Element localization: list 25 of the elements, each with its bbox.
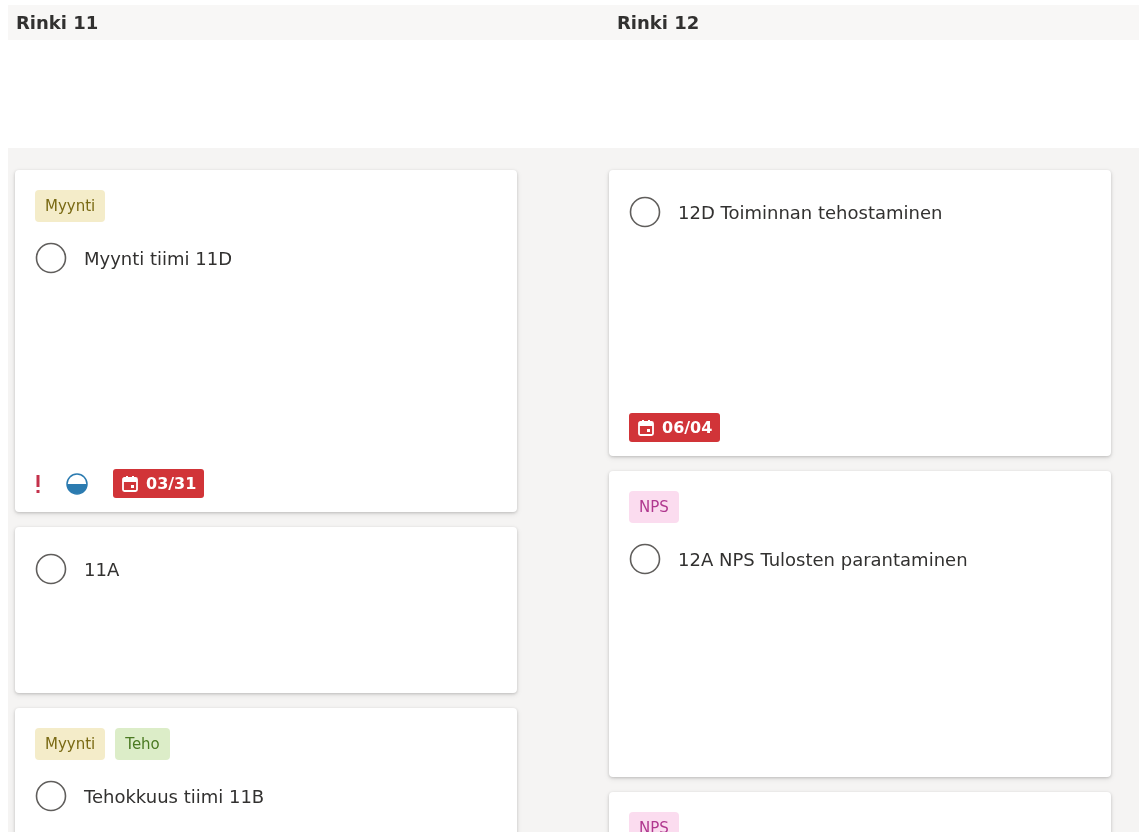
column-title: Rinki 11 [15,12,100,33]
calendar-icon [121,474,139,493]
category-label: Teho [115,728,170,760]
task-card[interactable]: 11A [15,527,517,693]
category-label: NPS [629,491,679,523]
calendar-icon [637,418,655,437]
due-date-badge: 06/04 [629,413,721,442]
task-title[interactable]: 12D Toiminnan tehostaminen [678,201,943,223]
completion-checkbox[interactable] [629,543,661,575]
task-title[interactable]: 11A [84,558,120,580]
due-date-badge: 03/31 [113,469,205,498]
task-card[interactable]: Myynti Teho Tehokkuus tiimi 11B [15,708,517,832]
column-title: Rinki 12 [616,12,701,33]
task-title[interactable]: 12A NPS Tulosten parantaminen [678,548,968,570]
category-label: Myynti [35,728,106,760]
completion-checkbox[interactable] [629,196,661,228]
category-label: Myynti [35,190,106,222]
task-title[interactable]: Myynti tiimi 11D [84,247,233,269]
task-card[interactable]: Myynti Myynti tiimi 11D 03/31 [15,170,517,512]
task-title[interactable]: Tehokkuus tiimi 11B [84,785,265,807]
completion-checkbox[interactable] [35,242,67,274]
task-card[interactable]: 12D Toiminnan tehostaminen 06/04 [609,170,1111,456]
task-card[interactable]: NPS 12A NPS Tulosten parantaminen [609,471,1111,777]
completion-checkbox[interactable] [35,553,67,585]
completion-checkbox[interactable] [35,780,67,812]
